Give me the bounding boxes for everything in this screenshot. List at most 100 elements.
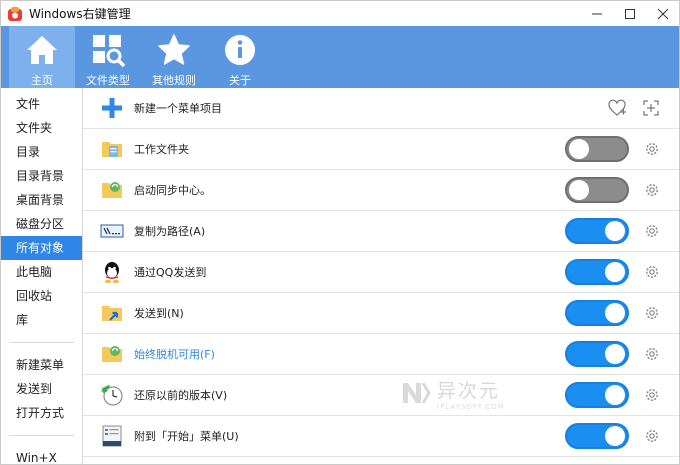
menu-item-row: 通过QQ发送到 — [83, 252, 679, 293]
settings-button[interactable] — [643, 304, 661, 322]
menu-item-row: 附到「开始」菜单(U) — [83, 416, 679, 457]
favorite-add-button[interactable] — [607, 98, 627, 118]
toolbar-file-types-label: 文件类型 — [86, 74, 130, 87]
settings-button[interactable] — [643, 345, 661, 363]
menu-item-label: 启动同步中心。 — [134, 184, 211, 197]
minimize-button[interactable] — [580, 1, 613, 26]
send-to-icon — [100, 301, 124, 325]
close-icon — [657, 8, 668, 19]
gear-icon — [646, 225, 658, 237]
menu-item-row: 还原以前的版本(V) — [83, 375, 679, 416]
toggle-knob — [605, 262, 625, 282]
toolbar-other-rules-button[interactable]: 其他规则 — [141, 26, 207, 88]
toolbar-about-button[interactable]: 关于 — [207, 26, 273, 88]
sidebar-item-disk-partition[interactable]: 磁盘分区 — [1, 212, 82, 236]
menu-item-row: 工作文件夹 — [83, 129, 679, 170]
gear-icon — [646, 389, 658, 401]
sidebar-item-send-to[interactable]: 发送到 — [1, 377, 82, 401]
settings-button[interactable] — [643, 140, 661, 158]
toolbar: 主页 文件类型 其他规则 关于 — [1, 26, 679, 88]
toolbar-home-button[interactable]: 主页 — [9, 26, 75, 88]
add-icon — [100, 96, 124, 120]
toggle-knob — [605, 303, 625, 323]
star-icon — [154, 30, 194, 70]
maximize-icon — [624, 8, 635, 19]
copy-path-icon — [100, 219, 124, 243]
gear-icon — [646, 348, 658, 360]
new-menu-item-row[interactable]: 新建一个菜单项目 — [83, 88, 679, 129]
gear-icon — [646, 143, 658, 155]
toggle-knob — [569, 139, 589, 159]
toolbar-home-label: 主页 — [31, 74, 53, 87]
menu-item-label: 复制为路径(A) — [134, 225, 206, 238]
close-button[interactable] — [646, 1, 679, 26]
sidebar-item-win-x[interactable]: Win+X — [1, 446, 82, 464]
sidebar-divider — [9, 435, 74, 436]
toolbar-file-types-button[interactable]: 文件类型 — [75, 26, 141, 88]
file-types-icon — [88, 30, 128, 70]
menu-item-label: 发送到(N) — [134, 307, 184, 320]
sidebar-item-this-pc[interactable]: 此电脑 — [1, 260, 82, 284]
sidebar-item-open-with[interactable]: 打开方式 — [1, 401, 82, 425]
gear-icon — [646, 184, 658, 196]
main-area: 文件 文件夹 目录 目录背景 桌面背景 磁盘分区 所有对象 此电脑 回收站 库 … — [1, 88, 679, 464]
settings-button[interactable] — [643, 181, 661, 199]
offline-icon — [100, 342, 124, 366]
sidebar-item-directory[interactable]: 目录 — [1, 140, 82, 164]
new-menu-item-label: 新建一个菜单项目 — [134, 102, 222, 115]
sidebar-divider — [9, 342, 74, 343]
menu-item-label: 工作文件夹 — [134, 143, 189, 156]
title-bar: Windows右键管理 — [1, 1, 679, 26]
toggle-switch[interactable] — [565, 177, 629, 203]
menu-item-row: 发送到(N) — [83, 293, 679, 334]
settings-button[interactable] — [643, 263, 661, 281]
sidebar-item-new-menu[interactable]: 新建菜单 — [1, 353, 82, 377]
add-item-button[interactable] — [641, 98, 661, 118]
menu-item-row: 复制为路径(A) — [83, 211, 679, 252]
toolbar-other-rules-label: 其他规则 — [152, 74, 196, 87]
settings-button[interactable] — [643, 427, 661, 445]
gear-icon — [646, 430, 658, 442]
home-icon — [22, 30, 62, 70]
toggle-switch[interactable] — [565, 382, 629, 408]
sidebar-item-directory-background[interactable]: 目录背景 — [1, 164, 82, 188]
sidebar-item-file[interactable]: 文件 — [1, 92, 82, 116]
app-logo-icon — [7, 6, 23, 22]
window-title: Windows右键管理 — [29, 7, 131, 21]
toggle-knob — [605, 221, 625, 241]
menu-item-label: 附到「开始」菜单(U) — [134, 430, 239, 443]
menu-item-row: 始终脱机可用(F) — [83, 334, 679, 375]
toggle-switch[interactable] — [565, 259, 629, 285]
minimize-icon — [591, 13, 602, 14]
gear-icon — [646, 307, 658, 319]
menu-item-label: 始终脱机可用(F) — [134, 348, 215, 361]
toolbar-about-label: 关于 — [229, 74, 251, 87]
sidebar-item-folder[interactable]: 文件夹 — [1, 116, 82, 140]
settings-button[interactable] — [643, 386, 661, 404]
sidebar-item-recycle-bin[interactable]: 回收站 — [1, 284, 82, 308]
toggle-switch[interactable] — [565, 423, 629, 449]
menu-item-label: 通过QQ发送到 — [134, 266, 207, 279]
toggle-knob — [569, 180, 589, 200]
sidebar-item-library[interactable]: 库 — [1, 308, 82, 332]
heart-plus-icon — [608, 99, 626, 116]
settings-button[interactable] — [643, 222, 661, 240]
sidebar: 文件 文件夹 目录 目录背景 桌面背景 磁盘分区 所有对象 此电脑 回收站 库 … — [1, 88, 83, 464]
toggle-knob — [605, 426, 625, 446]
sidebar-item-desktop-background[interactable]: 桌面背景 — [1, 188, 82, 212]
toggle-knob — [605, 344, 625, 364]
toggle-knob — [605, 385, 625, 405]
menu-item-label: 还原以前的版本(V) — [134, 389, 228, 402]
restore-icon — [100, 383, 124, 407]
pin-start-icon — [100, 424, 124, 448]
add-box-icon — [643, 100, 659, 116]
info-icon — [220, 30, 260, 70]
toggle-switch[interactable] — [565, 341, 629, 367]
sidebar-item-all-objects[interactable]: 所有对象 — [1, 236, 82, 260]
toggle-switch[interactable] — [565, 136, 629, 162]
header-actions — [593, 98, 661, 118]
menu-item-list: 新建一个菜单项目 工作文件夹 启动同步中心。 复制为路径(A) 通过QQ发送到 … — [83, 88, 679, 464]
maximize-button[interactable] — [613, 1, 646, 26]
toggle-switch[interactable] — [565, 218, 629, 244]
toggle-switch[interactable] — [565, 300, 629, 326]
